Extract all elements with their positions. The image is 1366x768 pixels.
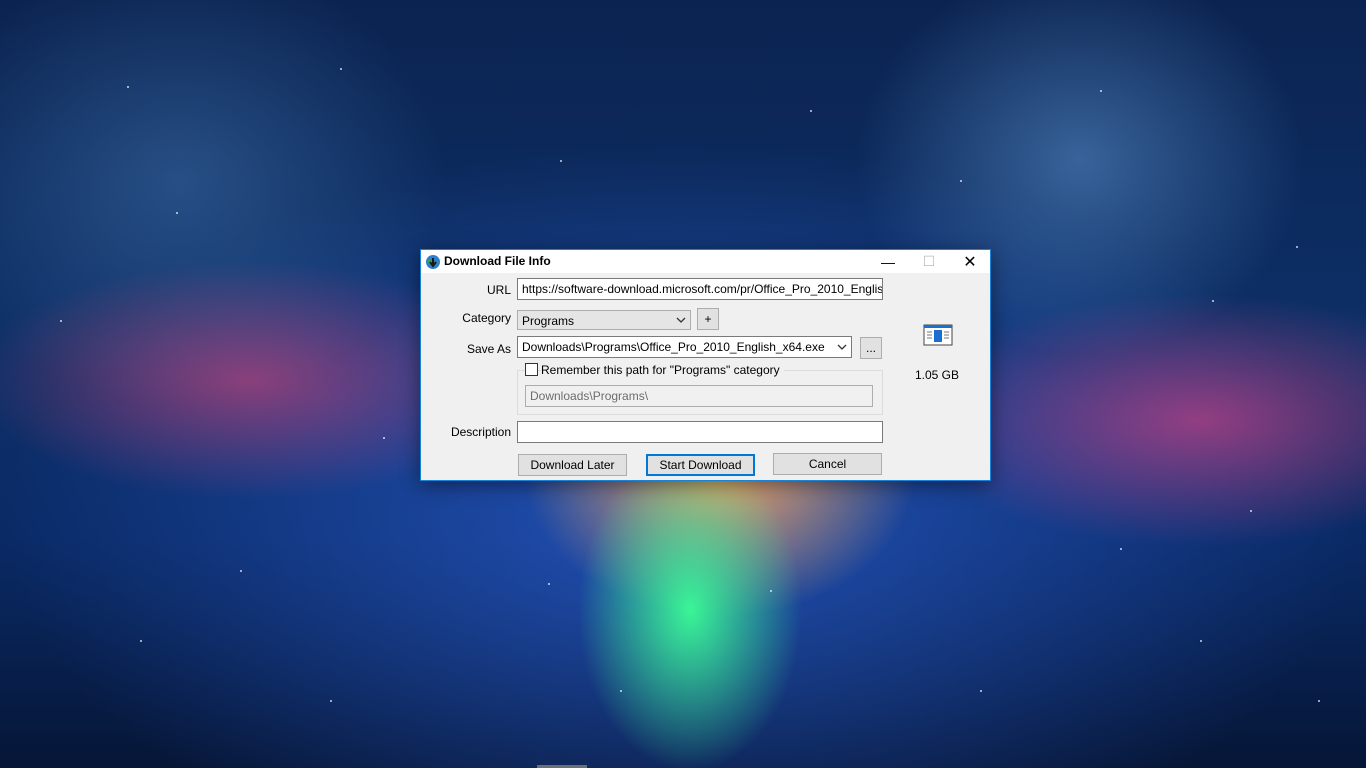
saveas-value: Downloads\Programs\Office_Pro_2010_Engli… bbox=[522, 340, 825, 354]
remember-path-field: Downloads\Programs\ bbox=[525, 385, 873, 407]
add-category-button[interactable]: + bbox=[697, 308, 719, 330]
close-button[interactable]: ✕ bbox=[950, 250, 990, 273]
download-file-info-dialog: Download File Info — ☐ ✕ URL https://sof… bbox=[420, 249, 991, 481]
browse-button[interactable]: ... bbox=[860, 337, 882, 359]
url-label: URL bbox=[486, 283, 511, 297]
start-download-button[interactable]: Start Download bbox=[646, 454, 755, 476]
category-select[interactable]: Programs bbox=[517, 310, 691, 330]
saveas-label: Save As bbox=[466, 342, 511, 356]
minimize-button[interactable]: — bbox=[868, 250, 908, 273]
cancel-button[interactable]: Cancel bbox=[773, 453, 882, 475]
saveas-combo[interactable]: Downloads\Programs\Office_Pro_2010_Engli… bbox=[517, 336, 852, 358]
chevron-down-icon bbox=[676, 317, 686, 323]
file-type-icon bbox=[923, 324, 953, 346]
description-label: Description bbox=[450, 425, 511, 439]
chevron-down-icon bbox=[837, 344, 847, 350]
remember-path-label: Remember this path for "Programs" catego… bbox=[541, 363, 784, 377]
title-bar[interactable]: Download File Info — ☐ ✕ bbox=[421, 250, 990, 273]
category-label: Category bbox=[462, 311, 511, 325]
file-size: 1.05 GB bbox=[914, 368, 960, 382]
download-later-button[interactable]: Download Later bbox=[518, 454, 627, 476]
category-value: Programs bbox=[522, 314, 575, 328]
window-title: Download File Info bbox=[444, 254, 551, 268]
idm-globe-icon bbox=[426, 255, 440, 269]
description-field[interactable] bbox=[517, 421, 883, 443]
remember-path-checkbox[interactable] bbox=[525, 363, 538, 376]
maximize-button[interactable]: ☐ bbox=[909, 250, 949, 273]
url-field[interactable]: https://software-download.microsoft.com/… bbox=[517, 278, 883, 300]
